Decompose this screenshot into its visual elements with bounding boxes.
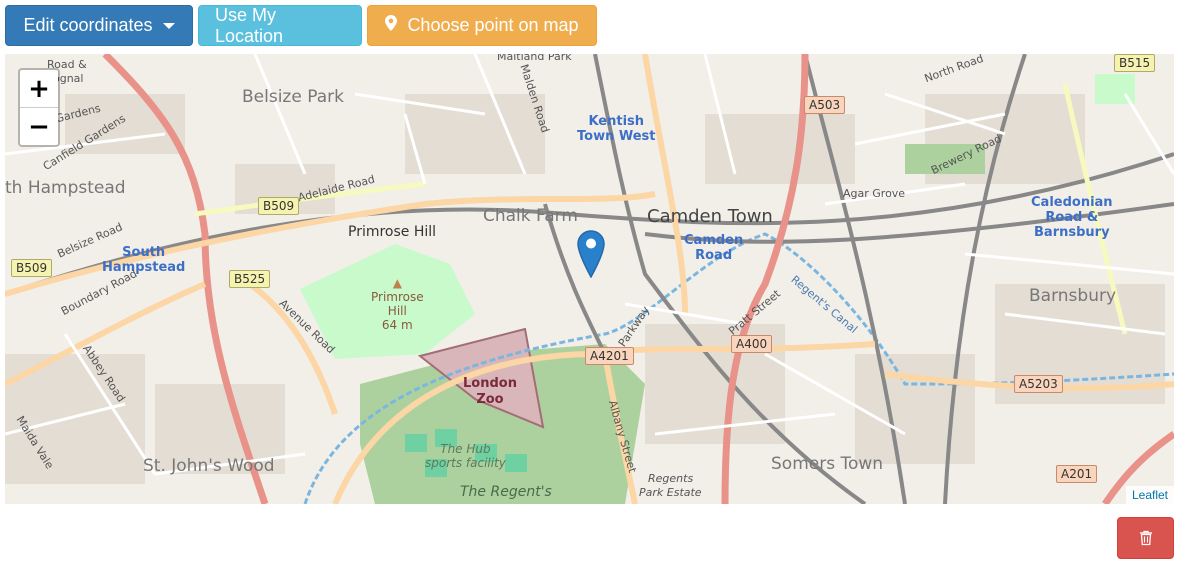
landmark-line: sports facility: [425, 456, 506, 470]
shield-b509-west: B509: [11, 259, 53, 277]
choose-point-button[interactable]: Choose point on map: [367, 5, 597, 46]
zoom-control: + −: [18, 68, 60, 147]
label-primrose-hill: Primrose Hill: [348, 224, 437, 240]
use-my-location-label: Use My Location: [215, 4, 284, 46]
trash-icon: [1139, 530, 1152, 546]
landmark-line: 64 m: [381, 318, 413, 332]
label-regents-park: The Regent's: [460, 484, 552, 500]
choose-point-label: Choose point on map: [407, 15, 579, 35]
shield-b515: B515: [1114, 54, 1156, 72]
shield-a503: A503: [804, 96, 846, 114]
road-regents-park-estate: Regents: [648, 472, 694, 485]
map-marker-icon: [577, 230, 605, 279]
station-line: South: [122, 245, 166, 260]
zoom-out-button[interactable]: −: [20, 108, 58, 145]
label-camden-town: Camden Town: [647, 206, 773, 227]
label-belsize-park: Belsize Park: [242, 87, 344, 107]
edit-coordinates-label: Edit coordinates: [23, 15, 153, 35]
attribution-link[interactable]: Leaflet: [1125, 486, 1174, 504]
road-regents-park-estate-2: Park Estate: [639, 486, 702, 499]
edit-coordinates-button[interactable]: Edit coordinates: [5, 5, 193, 46]
shield-b509-north: B509: [258, 197, 300, 215]
station-line: Kentish: [588, 114, 645, 129]
landmark-line: Hill: [387, 304, 407, 318]
station-line: Road: [695, 248, 733, 263]
station-line: Hampstead: [102, 260, 186, 275]
station-kentish-town-west: Kentish Town West: [577, 114, 656, 144]
station-south-hampstead: South Hampstead: [102, 245, 185, 275]
station-line: Barnsbury: [1034, 225, 1110, 240]
landmark-the-hub: The Hub sports facility: [425, 442, 506, 470]
toolbar: Edit coordinates Use My Location Choose …: [5, 5, 597, 46]
label-somers-town: Somers Town: [771, 454, 884, 474]
station-line: Caledonian: [1031, 195, 1113, 210]
zoom-in-button[interactable]: +: [20, 70, 58, 108]
landmark-primrose-hill-peak: ▲ Primrose Hill 64 m: [371, 276, 424, 332]
landmark-line: Primrose: [371, 290, 424, 304]
shield-a201: A201: [1056, 465, 1098, 483]
station-line: Road &: [1045, 210, 1099, 225]
station-camden-road: Camden Road: [684, 233, 743, 263]
station-line: Town West: [577, 129, 656, 144]
label-barnsbury: Barnsbury: [1029, 286, 1117, 306]
label-st-johns-wood: St. John's Wood: [143, 456, 275, 476]
road-agar-grove: Agar Grove: [843, 187, 906, 200]
landmark-line: London: [463, 376, 517, 391]
map-view[interactable]: Belsize Park th Hampstead Primrose Hill …: [5, 54, 1174, 504]
landmark-line: The Hub: [440, 442, 491, 456]
landmark-line: Zoo: [476, 392, 504, 407]
station-caledonian-road: Caledonian Road & Barnsbury: [1031, 195, 1113, 240]
label-chalk-farm: Chalk Farm: [483, 206, 578, 226]
use-my-location-button[interactable]: Use My Location: [198, 5, 362, 46]
map-marker[interactable]: [577, 230, 605, 279]
landmark-london-zoo: London Zoo: [463, 376, 517, 408]
delete-button[interactable]: [1117, 517, 1174, 559]
shield-a4201: A4201: [585, 347, 634, 365]
label-hampstead: th Hampstead: [5, 178, 126, 198]
map-marker-icon: [385, 15, 398, 36]
caret-down-icon: [162, 22, 175, 29]
shield-a400: A400: [731, 335, 773, 353]
shield-b525: B525: [229, 270, 271, 288]
road-maitland-park: Maitland Park: [497, 54, 572, 63]
shield-a5203: A5203: [1014, 375, 1063, 393]
station-line: Camden: [684, 233, 744, 248]
